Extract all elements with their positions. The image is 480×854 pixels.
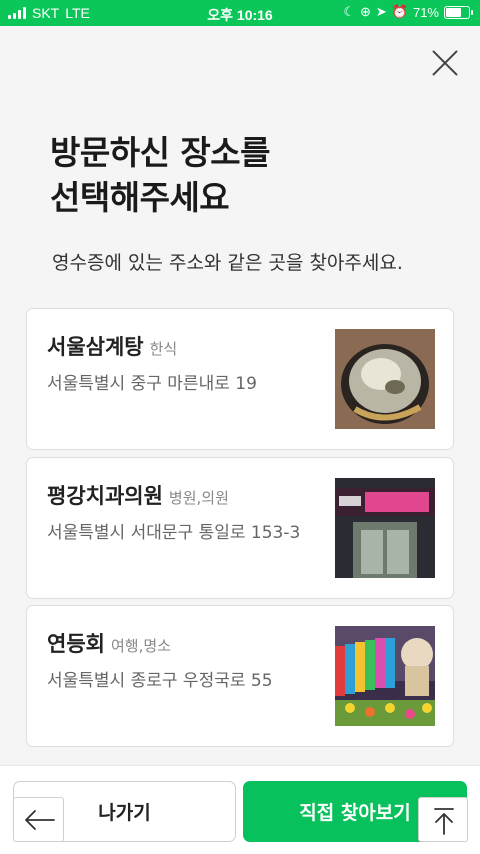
alarm-icon: ⏰ [391, 4, 408, 19]
place-address: 서울특별시 중구 마른내로 19 [47, 374, 257, 394]
place-category: 한식 [149, 340, 178, 358]
battery-fill [446, 7, 461, 17]
status-bar: SKT LTE 오후 10:16 ☾ ⊕ ➤ ⏰ 71% [0, 0, 480, 26]
place-card-yeondeunghoe[interactable]: 연등회 여행,명소 서울특별시 종로구 우정국로 55 [26, 605, 454, 747]
location-icon: ➤ [375, 4, 387, 19]
arrow-left-icon[interactable] [13, 797, 64, 842]
arrow-up-to-top-icon[interactable] [418, 797, 468, 842]
battery-percent: 71% [412, 4, 439, 20]
place-card-pyeonggang-dental[interactable]: 평강치과의원 병원,의원 서울특별시 서대문구 통일로 153-3 [26, 457, 454, 599]
battery-icon [444, 5, 473, 19]
place-category: 병원,의원 [168, 489, 229, 507]
place-name: 평강치과의원 [47, 484, 163, 508]
place-card-seoul-samgyetang[interactable]: 서울삼계탕 한식 서울특별시 중구 마른내로 19 [26, 308, 454, 450]
place-address: 서울특별시 서대문구 통일로 153-3 [47, 523, 301, 543]
place-name: 연등회 [47, 632, 105, 656]
status-right: ☾ ⊕ ➤ ⏰ 71% [343, 4, 473, 20]
lock-rotation-icon: ⊕ [359, 4, 371, 19]
place-name: 서울삼계탕 [47, 335, 144, 359]
place-category: 여행,명소 [110, 637, 171, 655]
place-photo-dental-sign [335, 478, 435, 578]
place-photo-samgyetang [335, 329, 435, 429]
place-address: 서울특별시 종로구 우정국로 55 [47, 671, 273, 691]
page-subtitle: 영수증에 있는 주소와 같은 곳을 찾아주세요. [52, 252, 403, 274]
place-photo-lantern-festival [335, 626, 435, 726]
page-title: 방문하신 장소를 선택해주세요 [50, 133, 271, 217]
bottom-action-bar: 나가기 직접 찾아보기 [0, 765, 480, 854]
close-icon[interactable] [428, 46, 462, 80]
moon-icon: ☾ [343, 4, 355, 19]
